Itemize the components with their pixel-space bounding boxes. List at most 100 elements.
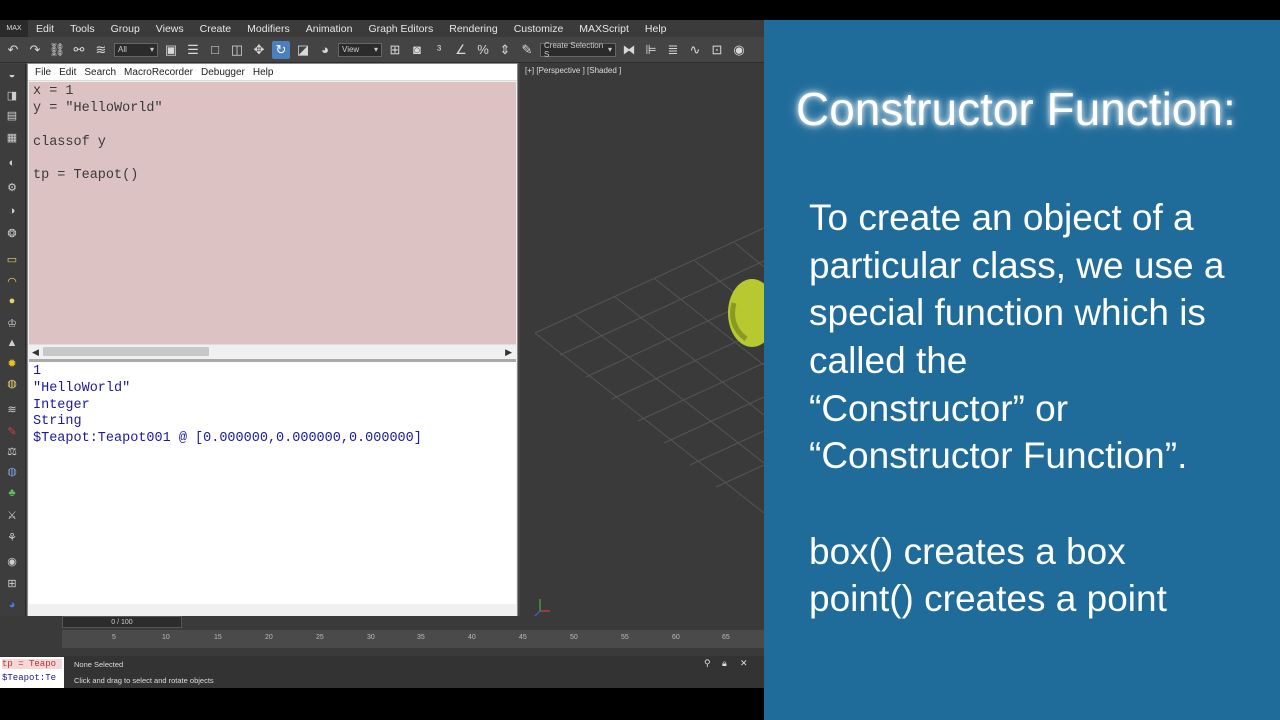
select-manipulate-icon[interactable]: ◙ [408,41,426,59]
angle-snap-icon[interactable]: ∠ [452,41,470,59]
editor-menu-help[interactable]: Help [249,67,278,78]
pivot-icon[interactable]: ⊞ [386,41,404,59]
perspective-viewport[interactable]: [+] [Perspective ] [Shaded ] [520,63,764,635]
tool-icon[interactable]: ⚙ [4,180,20,194]
close-icon[interactable]: ✕ [740,658,748,669]
curve-editor-icon[interactable]: ∿ [686,41,704,59]
window-crossing-icon[interactable]: ◫ [228,41,246,59]
menu-views[interactable]: Views [148,23,192,35]
tick-label: 55 [621,634,629,641]
mirror-icon[interactable]: ⧓ [620,41,638,59]
script-input-pane[interactable]: x = 1 y = "HelloWorld" classof y tp = Te… [29,82,516,344]
tool-icon[interactable]: ⚖ [4,444,20,458]
edit-named-selection-icon[interactable]: ✎ [518,41,536,59]
selection-filter-dropdown[interactable]: All ▾ [114,42,158,57]
scale-icon[interactable]: ◪ [294,41,312,59]
tool-icon[interactable]: ▤ [4,108,20,122]
rect-selection-icon[interactable]: □ [206,41,224,59]
snap-icon[interactable]: ³ [430,41,448,59]
scrollbar-thumb[interactable] [43,347,209,356]
menu-help[interactable]: Help [637,23,675,35]
box-primitive-icon[interactable]: ▭ [4,252,20,266]
tool-icon[interactable]: ◒ [4,68,20,82]
select-by-name-icon[interactable]: ☰ [184,41,202,59]
tool-icon[interactable]: ≋ [4,402,20,416]
timeline: 0 / 100 5 10 15 20 25 30 35 40 45 50 55 … [0,616,764,660]
align-icon[interactable]: ⊫ [642,41,660,59]
menu-edit[interactable]: Edit [28,23,62,35]
layer-manager-icon[interactable]: ≣ [664,41,682,59]
tool-icon[interactable]: ◕ [4,598,20,612]
reference-coord-value: View [342,45,360,54]
editor-menu-search[interactable]: Search [80,67,120,78]
tick-label: 60 [672,634,680,641]
place-icon[interactable]: ◕ [316,41,334,59]
rotate-icon[interactable]: ↻ [272,40,290,59]
redo-icon[interactable]: ↷ [26,41,44,59]
code-line: x = 1 [33,84,74,99]
top-horizontal-scrollbar[interactable]: ◀ ▶ [29,344,516,358]
command-strip: ◒ ◨ ▤ ▦ ◐ ⚙ ◑ ❂ ▭ ◠ ● ♔ ▲ ✹ ◍ ≋ ✎ ⚖ ◍ ♣ … [0,64,26,660]
torus-primitive-icon[interactable]: ◍ [4,376,20,390]
slide-text-line: “Constructor Function”. [809,435,1188,476]
link-icon[interactable]: ⛓ [48,41,66,59]
tool-icon[interactable]: ⚘ [4,530,20,544]
prompt-line: Click and drag to select and rotate obje… [74,676,214,685]
reference-coord-dropdown[interactable]: View ▾ [338,42,382,57]
max-logo[interactable]: MAX [0,20,28,37]
named-selection-dropdown[interactable]: Create Selection S ▾ [540,41,616,59]
tool-icon[interactable]: ♣ [4,486,20,500]
select-object-icon[interactable]: ▣ [162,41,180,59]
tick-label: 10 [162,634,170,641]
light-icon[interactable]: ✹ [4,356,20,370]
percent-snap-icon[interactable]: % [474,41,492,59]
menu-graph-editors[interactable]: Graph Editors [360,23,441,35]
schematic-view-icon[interactable]: ⊡ [708,41,726,59]
lock-icon[interactable]: 🔒︎ [722,658,727,669]
mini-listener[interactable]: tp = Teapo $Teapot:Te [0,657,64,688]
menu-modifiers[interactable]: Modifiers [239,23,298,35]
cylinder-primitive-icon[interactable]: ● [4,294,20,308]
menu-rendering[interactable]: Rendering [441,23,505,35]
cone-primitive-icon[interactable]: ▲ [4,336,20,350]
editor-menu-file[interactable]: File [31,67,55,78]
unlink-icon[interactable]: ⚯ [70,41,88,59]
material-editor-icon[interactable]: ◉ [730,41,748,59]
bind-spacewarp-icon[interactable]: ≋ [92,41,110,59]
menu-create[interactable]: Create [192,23,240,35]
tool-icon[interactable]: ⚔ [4,508,20,522]
tool-icon[interactable]: ◉ [4,554,20,568]
menu-tools[interactable]: Tools [62,23,103,35]
menu-customize[interactable]: Customize [506,23,572,35]
tool-icon[interactable]: ◑ [4,204,20,218]
tool-icon[interactable]: ❂ [4,226,20,240]
editor-menu-edit[interactable]: Edit [55,67,80,78]
track-bar[interactable]: 5 10 15 20 25 30 35 40 45 50 55 60 65 [62,630,764,648]
script-output-pane[interactable]: 1 "HelloWorld" Integer String $Teapot:Te… [29,362,516,604]
editor-menu-debugger[interactable]: Debugger [197,67,249,78]
tool-icon[interactable]: ◨ [4,88,20,102]
tool-icon[interactable]: ♔ [4,316,20,330]
move-icon[interactable]: ✥ [250,41,268,59]
time-slider[interactable]: 0 / 100 [62,616,182,628]
scroll-left-icon[interactable]: ◀ [32,345,39,359]
tool-icon[interactable]: ▦ [4,130,20,144]
sphere-primitive-icon[interactable]: ◠ [4,274,20,288]
editor-menu-macrorecorder[interactable]: MacroRecorder [120,67,197,78]
key-icon[interactable]: ⚲ [704,658,711,669]
tool-icon[interactable]: ✎ [4,424,20,438]
tool-icon[interactable]: ◐ [4,156,20,170]
menu-animation[interactable]: Animation [298,23,361,35]
scroll-right-icon[interactable]: ▶ [505,345,512,359]
tick-label: 45 [519,634,527,641]
spinner-snap-icon[interactable]: ⇕ [496,41,514,59]
slide-text-line: To create an object of a [809,197,1194,238]
tool-icon[interactable]: ◍ [4,464,20,478]
3dsmax-window: MAX Edit Tools Group Views Create Modifi… [0,20,764,688]
tool-icon[interactable]: ⊞ [4,576,20,590]
menu-group[interactable]: Group [103,23,148,35]
tick-label: 20 [265,634,273,641]
tick-label: 5 [112,634,116,641]
menu-maxscript[interactable]: MAXScript [571,23,637,35]
undo-icon[interactable]: ↶ [4,41,22,59]
